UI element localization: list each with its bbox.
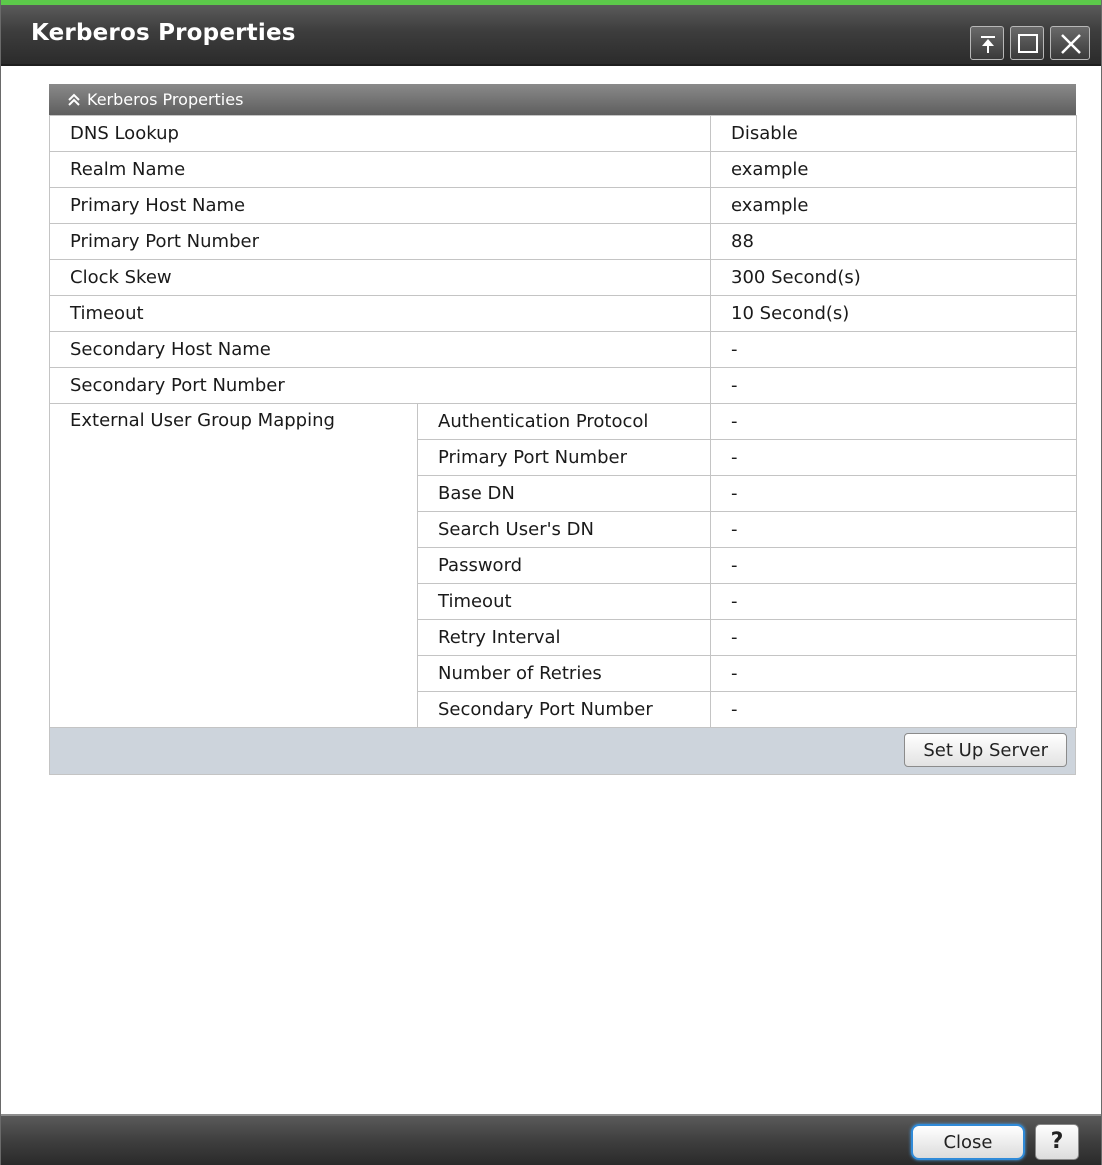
panel-header-title: Kerberos Properties bbox=[87, 90, 244, 109]
table-row: Primary Host Name example bbox=[48, 187, 1078, 224]
property-label: Timeout bbox=[48, 295, 712, 332]
window-title: Kerberos Properties bbox=[31, 20, 296, 46]
property-label: DNS Lookup bbox=[48, 115, 712, 152]
sub-property-label: Secondary Port Number bbox=[416, 691, 712, 728]
window-close-button[interactable] bbox=[1050, 26, 1090, 60]
sub-property-label: Retry Interval bbox=[416, 619, 712, 656]
close-icon bbox=[1061, 34, 1081, 54]
property-value: example bbox=[710, 151, 1078, 188]
dialog-window: Kerberos Properties Kerberos Properties … bbox=[0, 0, 1102, 1165]
sub-property-label: Base DN bbox=[416, 475, 712, 512]
title-bar[interactable]: Kerberos Properties bbox=[1, 0, 1101, 66]
table-row: Secondary Host Name - bbox=[48, 331, 1078, 368]
sub-property-value: - bbox=[710, 691, 1078, 728]
sub-property-value: - bbox=[710, 583, 1078, 620]
sub-property-label: Authentication Protocol bbox=[416, 403, 712, 440]
property-label: Secondary Host Name bbox=[48, 331, 712, 368]
group-label: External User Group Mapping bbox=[49, 403, 418, 728]
property-label: Primary Host Name bbox=[48, 187, 712, 224]
table-row: DNS Lookup Disable bbox=[48, 115, 1078, 152]
pin-top-icon bbox=[981, 36, 995, 53]
sub-property-value: - bbox=[710, 655, 1078, 692]
sub-property-label: Number of Retries bbox=[416, 655, 712, 692]
close-button[interactable]: Close bbox=[911, 1124, 1025, 1160]
property-value: - bbox=[710, 367, 1078, 404]
properties-table: DNS Lookup Disable Realm Name example Primar… bbox=[48, 115, 1078, 728]
sub-property-value: - bbox=[710, 475, 1078, 512]
collapse-chevron-icon[interactable] bbox=[67, 93, 81, 107]
set-up-server-button[interactable]: Set Up Server bbox=[904, 733, 1067, 767]
pin-top-button[interactable] bbox=[970, 26, 1004, 60]
sub-property-value: - bbox=[710, 439, 1078, 476]
property-label: Secondary Port Number bbox=[48, 367, 712, 404]
sub-property-value: - bbox=[710, 511, 1078, 548]
table-row: Clock Skew 300 Second(s) bbox=[48, 259, 1078, 296]
help-button[interactable]: ? bbox=[1035, 1124, 1079, 1160]
panel-footer: Set Up Server bbox=[49, 728, 1076, 775]
property-value: example bbox=[710, 187, 1078, 224]
table-row: External User Group Mapping Authenticatio… bbox=[49, 403, 1078, 728]
property-label: Clock Skew bbox=[48, 259, 712, 296]
sub-property-label: Password bbox=[416, 547, 712, 584]
property-label: Primary Port Number bbox=[48, 223, 712, 260]
sub-property-label: Primary Port Number bbox=[416, 439, 712, 476]
table-row: Realm Name example bbox=[48, 151, 1078, 188]
maximize-button[interactable] bbox=[1010, 26, 1044, 60]
property-value: 10 Second(s) bbox=[710, 295, 1078, 332]
property-value: 88 bbox=[710, 223, 1078, 260]
property-value: - bbox=[710, 331, 1078, 368]
property-label: Realm Name bbox=[48, 151, 712, 188]
sub-property-value: - bbox=[710, 619, 1078, 656]
table-row: Secondary Port Number - bbox=[48, 367, 1078, 404]
maximize-icon bbox=[1018, 34, 1038, 53]
kerberos-properties-panel: Kerberos Properties DNS Lookup Disable Rea… bbox=[48, 84, 1078, 775]
table-row: Primary Port Number 88 bbox=[48, 223, 1078, 260]
bottom-bar: Close ? bbox=[1, 1114, 1101, 1165]
property-value: Disable bbox=[710, 115, 1078, 152]
sub-property-label: Timeout bbox=[416, 583, 712, 620]
sub-property-label: Search User's DN bbox=[416, 511, 712, 548]
sub-property-value: - bbox=[710, 403, 1078, 440]
table-row: Timeout 10 Second(s) bbox=[48, 295, 1078, 332]
panel-header[interactable]: Kerberos Properties bbox=[49, 84, 1076, 115]
sub-property-value: - bbox=[710, 547, 1078, 584]
property-value: 300 Second(s) bbox=[710, 259, 1078, 296]
